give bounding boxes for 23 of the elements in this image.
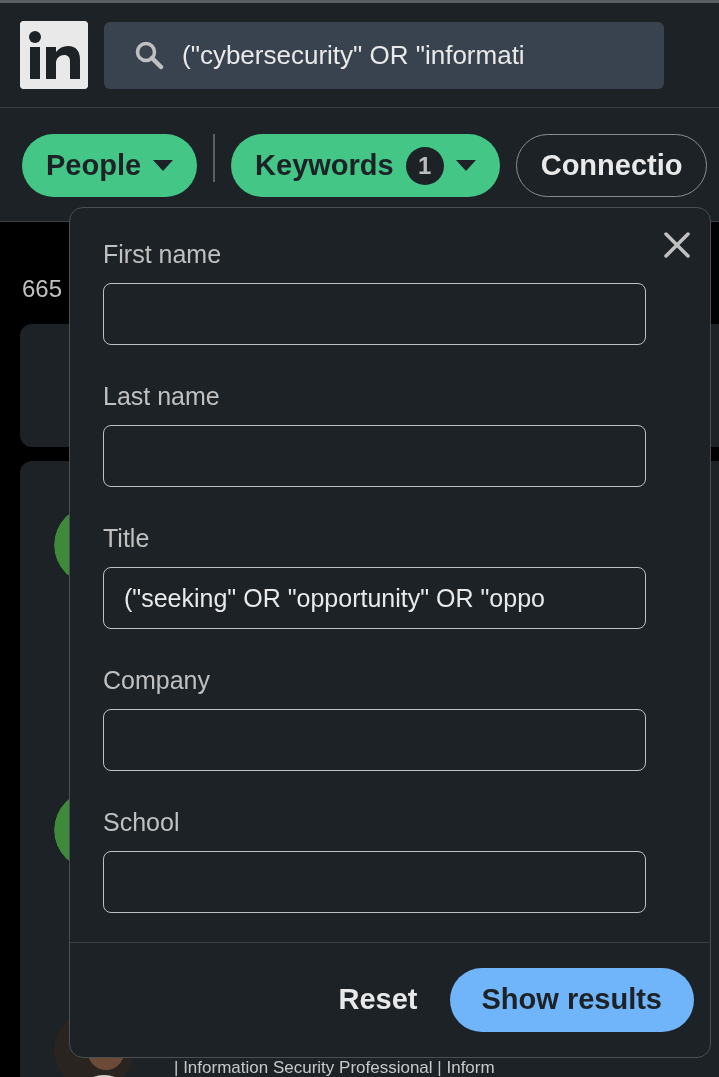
filter-button[interactable]: People (22, 134, 198, 197)
count-badge: 1 (405, 146, 444, 185)
caret-icon (455, 159, 476, 172)
input-field[interactable] (103, 709, 646, 771)
search-icon (134, 40, 164, 70)
search-text[interactable]: ("cybersecurity" OR "informati (180, 34, 580, 76)
search-field[interactable]: ("cybersecurity" OR "informati (104, 21, 664, 89)
field-label: Company (103, 665, 211, 695)
show-results-button[interactable]: Show results (449, 968, 694, 1032)
input-field[interactable] (103, 283, 646, 345)
close-icon (662, 230, 692, 260)
field-label: First name (103, 239, 223, 269)
caret-icon (153, 159, 174, 172)
filter-button[interactable]: Keywords 1 (231, 134, 500, 197)
input-field[interactable]: ("seeking" OR "opportunity" OR "oppo (103, 567, 646, 629)
close-button[interactable] (662, 230, 692, 260)
logo-icon[interactable] (20, 21, 88, 89)
input-field[interactable] (103, 851, 646, 913)
input-field[interactable] (103, 425, 646, 487)
reset-button[interactable]: Reset (338, 978, 418, 1022)
field-label: Last name (103, 381, 221, 411)
profile-headline: | Information Security Professional | Inform (174, 1059, 495, 1076)
results-count: 665 (22, 274, 64, 304)
